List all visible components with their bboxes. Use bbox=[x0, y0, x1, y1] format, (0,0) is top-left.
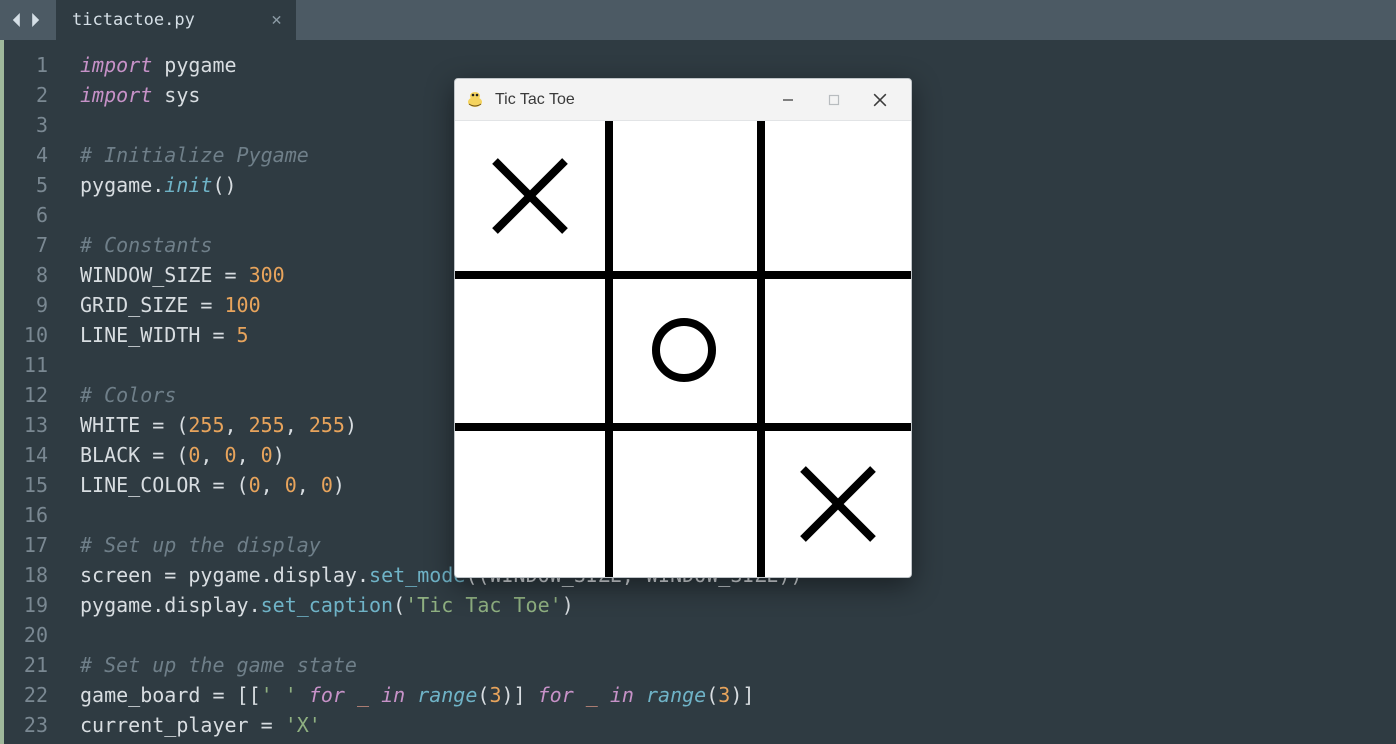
minimize-button[interactable] bbox=[765, 79, 811, 121]
line-number-gutter: 1 2 3 4 5 6 7 8 9 10 11 12 13 14 15 16 1… bbox=[4, 40, 60, 744]
board-cell[interactable] bbox=[455, 275, 605, 425]
pygame-icon bbox=[465, 90, 485, 110]
board-cell[interactable] bbox=[609, 429, 759, 578]
nav-forward-icon[interactable] bbox=[28, 8, 42, 32]
game-board[interactable] bbox=[455, 121, 911, 577]
tabbar-empty bbox=[296, 0, 1396, 40]
window-close-button[interactable] bbox=[857, 79, 903, 121]
board-cell[interactable] bbox=[763, 121, 912, 271]
code-line: pygame.display.set_caption('Tic Tac Toe'… bbox=[80, 590, 1396, 620]
close-icon[interactable]: × bbox=[271, 10, 282, 31]
maximize-button[interactable] bbox=[811, 79, 857, 121]
nav-arrows bbox=[0, 0, 56, 40]
x-mark-icon bbox=[480, 146, 580, 246]
x-mark-icon bbox=[788, 454, 888, 554]
game-titlebar[interactable]: Tic Tac Toe bbox=[455, 79, 911, 121]
board-cell[interactable] bbox=[609, 121, 759, 271]
topbar: tictactoe.py × bbox=[0, 0, 1396, 40]
board-cell[interactable] bbox=[763, 429, 912, 578]
tab-tictactoe[interactable]: tictactoe.py × bbox=[56, 0, 296, 40]
board-cell[interactable] bbox=[609, 275, 759, 425]
board-cell[interactable] bbox=[763, 275, 912, 425]
code-line: current_player = 'X' bbox=[80, 710, 1396, 740]
board-cell[interactable] bbox=[455, 429, 605, 578]
code-line: import pygame bbox=[80, 50, 1396, 80]
o-mark-icon bbox=[644, 310, 724, 390]
board-cell[interactable] bbox=[455, 121, 605, 271]
code-line: # Set up the game state bbox=[80, 650, 1396, 680]
nav-back-icon[interactable] bbox=[10, 8, 24, 32]
tab-filename: tictactoe.py bbox=[72, 10, 195, 30]
game-window[interactable]: Tic Tac Toe bbox=[454, 78, 912, 578]
editor-window: tictactoe.py × 1 2 3 4 5 6 7 8 9 10 11 1… bbox=[0, 0, 1396, 744]
game-title: Tic Tac Toe bbox=[495, 91, 575, 109]
code-line bbox=[80, 620, 1396, 650]
code-line: game_board = [[' ' for _ in range(3)] fo… bbox=[80, 680, 1396, 710]
